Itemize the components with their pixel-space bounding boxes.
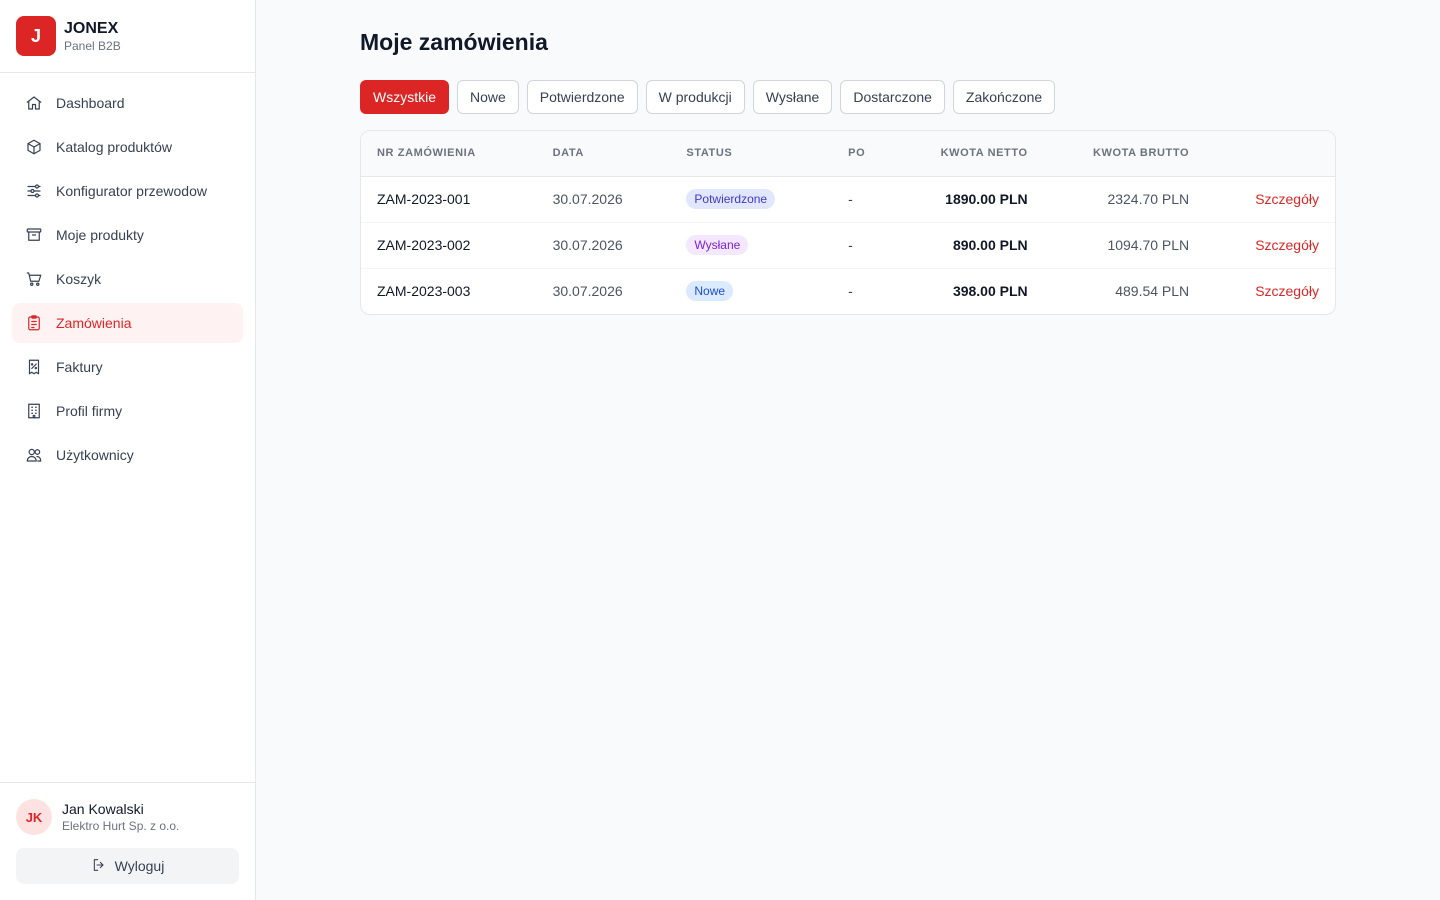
column-header-brutto: KWOTA BRUTTO <box>1092 147 1190 160</box>
orders-table: NR ZAMÓWIENIA DATA STATUS PO KWOTA NETTO… <box>360 130 1336 315</box>
invoice-icon <box>24 357 44 377</box>
status-filters: Wszystkie Nowe Potwierdzone W produkcji … <box>360 80 1336 114</box>
logout-button[interactable]: Wyloguj <box>16 848 239 884</box>
status-badge: Nowe <box>686 281 734 302</box>
column-header-actions <box>1205 131 1335 176</box>
sidebar-item-label: Zamówienia <box>56 315 132 331</box>
cell-action: Szczegóły <box>1205 268 1335 314</box>
cell-netto: 398.00 PLN <box>952 283 1028 300</box>
sidebar-item-profil-firmy[interactable]: Profil firmy <box>12 391 243 431</box>
column-header-netto: KWOTA NETTO <box>940 147 1028 160</box>
sliders-icon <box>24 181 44 201</box>
cell-status: Potwierdzone <box>670 176 832 222</box>
filter-potwierdzone[interactable]: Potwierdzone <box>526 80 638 114</box>
sidebar: J JONEX Panel B2B Dashboard Katalog prod… <box>0 0 256 900</box>
main-content: Moje zamówienia Wszystkie Nowe Potwierdz… <box>256 0 1440 900</box>
sidebar-item-label: Użytkownicy <box>56 447 134 463</box>
column-header-po: PO <box>848 147 866 160</box>
clipboard-icon <box>24 313 44 333</box>
archive-icon <box>24 225 44 245</box>
user-name: Jan Kowalski <box>62 801 144 817</box>
sidebar-nav: Dashboard Katalog produktów Konfigurator… <box>0 73 255 485</box>
filter-nowe[interactable]: Nowe <box>457 80 519 114</box>
filter-zakonczone[interactable]: Zakończone <box>952 80 1056 114</box>
sidebar-item-label: Katalog produktów <box>56 139 172 155</box>
cell-netto: 890.00 PLN <box>952 237 1028 253</box>
column-header-date: DATA <box>552 147 584 160</box>
filter-wyslane[interactable]: Wysłane <box>752 80 833 114</box>
table-header-row: NR ZAMÓWIENIA DATA STATUS PO KWOTA NETTO… <box>361 131 1335 176</box>
status-badge: Potwierdzone <box>686 189 776 209</box>
status-badge: Wysłane <box>686 235 749 255</box>
building-icon <box>24 401 44 421</box>
sidebar-item-label: Konfigurator przewodow <box>56 183 207 199</box>
column-header-order-no: NR ZAMÓWIENIA <box>377 147 476 160</box>
brand-subtitle: Panel B2B <box>64 38 121 53</box>
cell-action: Szczegóły <box>1205 176 1335 222</box>
table-row: ZAM-2023-001 30.07.2026 Potwierdzone - 1… <box>361 176 1335 222</box>
filter-w-produkcji[interactable]: W produkcji <box>645 80 745 114</box>
cell-brutto: 489.54 PLN <box>1115 283 1190 300</box>
sidebar-item-zamowienia[interactable]: Zamówienia <box>12 303 243 343</box>
brand-logo: J <box>16 16 56 56</box>
sidebar-item-katalog[interactable]: Katalog produktów <box>12 127 243 167</box>
cell-order-no: ZAM-2023-003 <box>377 283 471 300</box>
logout-icon <box>91 857 107 876</box>
cell-brutto: 2324.70 PLN <box>1107 191 1190 207</box>
box-icon <box>24 137 44 157</box>
cell-status: Wysłane <box>670 222 832 268</box>
cell-po: - <box>848 283 853 300</box>
cell-date: 30.07.2026 <box>552 191 623 207</box>
details-link[interactable]: Szczegóły <box>1255 237 1319 253</box>
cell-brutto: 1094.70 PLN <box>1107 237 1190 253</box>
table-row: ZAM-2023-002 30.07.2026 Wysłane - 890.00… <box>361 222 1335 268</box>
cell-netto: 1890.00 PLN <box>945 191 1028 207</box>
brand-name: JONEX <box>64 19 119 37</box>
users-icon <box>24 445 44 465</box>
filter-wszystkie[interactable]: Wszystkie <box>360 80 449 114</box>
sidebar-item-label: Profil firmy <box>56 403 123 419</box>
sidebar-item-uzytkownicy[interactable]: Użytkownicy <box>12 435 243 475</box>
user-company: Elektro Hurt Sp. z o.o. <box>62 819 180 833</box>
page-title: Moje zamówienia <box>360 29 548 55</box>
logout-label: Wyloguj <box>114 858 165 874</box>
user-section: JK Jan Kowalski Elektro Hurt Sp. z o.o. … <box>0 782 255 900</box>
filter-dostarczone[interactable]: Dostarczone <box>840 80 945 114</box>
home-icon <box>24 93 44 113</box>
sidebar-item-faktury[interactable]: Faktury <box>12 347 243 387</box>
brand: J JONEX Panel B2B <box>0 0 255 73</box>
sidebar-item-koszyk[interactable]: Koszyk <box>12 259 243 299</box>
cell-order-no: ZAM-2023-002 <box>377 237 471 253</box>
sidebar-item-moje-produkty[interactable]: Moje produkty <box>12 215 243 255</box>
details-link[interactable]: Szczegóły <box>1255 191 1319 207</box>
sidebar-item-konfigurator[interactable]: Konfigurator przewodow <box>12 171 243 211</box>
sidebar-item-label: Dashboard <box>56 95 125 111</box>
sidebar-item-label: Moje produkty <box>56 227 144 243</box>
cell-action: Szczegóły <box>1205 222 1335 268</box>
avatar: JK <box>16 799 52 835</box>
cell-order-no: ZAM-2023-001 <box>377 191 471 207</box>
cell-date: 30.07.2026 <box>552 237 623 253</box>
cell-status: Nowe <box>670 268 832 314</box>
column-header-status: STATUS <box>686 147 733 160</box>
details-link[interactable]: Szczegóły <box>1255 283 1319 299</box>
cart-icon <box>24 269 44 289</box>
cell-po: - <box>848 237 853 253</box>
sidebar-item-label: Koszyk <box>56 271 102 287</box>
cell-po: - <box>848 191 853 207</box>
sidebar-item-dashboard[interactable]: Dashboard <box>12 83 243 123</box>
cell-date: 30.07.2026 <box>552 283 623 300</box>
table-row: ZAM-2023-003 30.07.2026 Nowe - 398.00 PL… <box>361 268 1335 314</box>
sidebar-item-label: Faktury <box>56 359 103 375</box>
